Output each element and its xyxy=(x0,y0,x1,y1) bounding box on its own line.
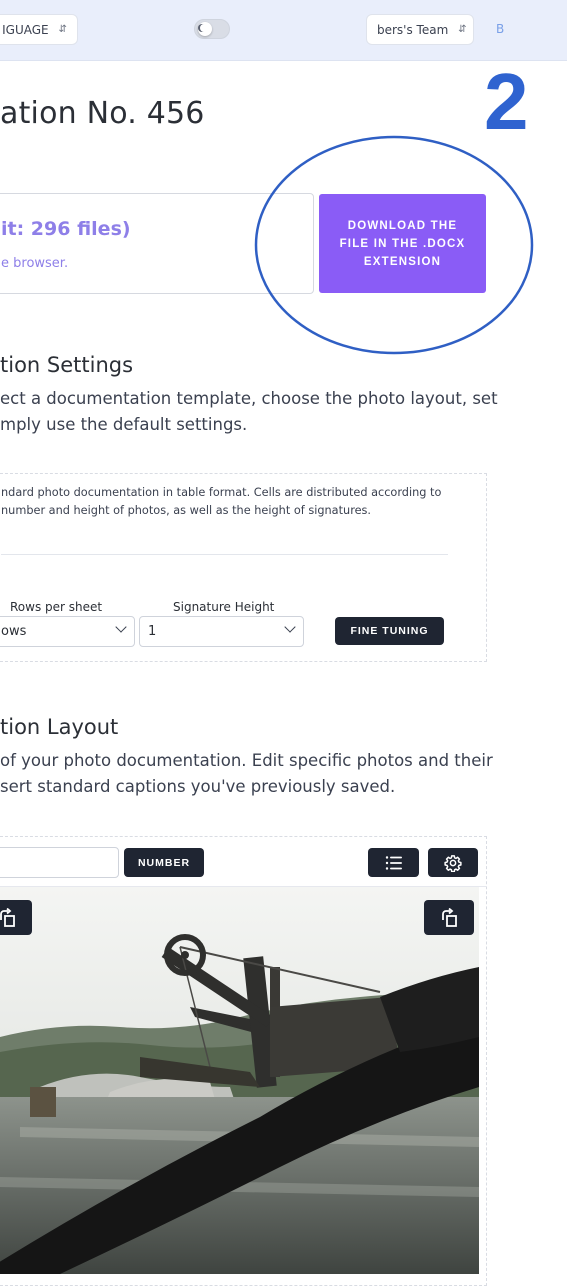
caption-input[interactable] xyxy=(0,847,119,878)
highlight-oval xyxy=(254,135,534,355)
chevron-updown-icon: ⇵ xyxy=(458,23,467,35)
upload-limit-text: it: 296 files) xyxy=(1,218,131,240)
chevron-down-icon xyxy=(284,621,296,633)
settings-desc-line1: ect a documentation template, choose the… xyxy=(0,389,498,408)
moon-icon xyxy=(200,24,208,32)
theme-toggle[interactable] xyxy=(194,19,230,39)
fine-tuning-button[interactable]: FINE TUNING xyxy=(335,617,444,645)
layout-section-title: tion Layout xyxy=(0,715,119,739)
rows-per-sheet-select[interactable]: ows xyxy=(0,616,135,647)
template-description: ndard photo documentation in table forma… xyxy=(1,484,441,520)
settings-desc-line2: mply use the default settings. xyxy=(0,415,248,434)
template-desc-line2: number and height of photos, as well as … xyxy=(1,504,372,517)
chevron-updown-icon: ⇵ xyxy=(58,23,67,35)
avatar[interactable]: B xyxy=(496,22,504,36)
photo-preview[interactable] xyxy=(0,887,479,1274)
gear-icon xyxy=(444,854,462,872)
layout-settings-button[interactable] xyxy=(428,848,478,877)
rows-per-sheet-value: ows xyxy=(1,624,27,639)
rows-per-sheet-label: Rows per sheet xyxy=(10,600,103,614)
language-select-label: IGUAGE xyxy=(2,22,49,37)
excavator-photo xyxy=(0,887,479,1274)
list-icon xyxy=(385,855,402,870)
divider xyxy=(1,554,448,555)
layout-desc-line2: sert standard captions you've previously… xyxy=(0,777,396,796)
settings-section-title: tion Settings xyxy=(0,353,134,377)
rotate-icon xyxy=(0,907,15,927)
team-select[interactable]: bers's Team ⇵ xyxy=(366,14,474,45)
language-select[interactable]: IGUAGE ⇵ xyxy=(0,14,78,45)
top-bar: IGUAGE ⇵ bers's Team ⇵ B xyxy=(0,0,567,61)
template-desc-line1: ndard photo documentation in table forma… xyxy=(1,486,442,499)
rotate-left-button[interactable] xyxy=(0,900,32,935)
signature-height-value: 1 xyxy=(148,624,157,639)
page-title: ation No. 456 xyxy=(0,96,205,131)
signature-height-select[interactable]: 1 xyxy=(139,616,304,647)
upload-subtext: e browser. xyxy=(1,256,69,271)
rotate-icon xyxy=(442,907,457,927)
rotate-right-button[interactable] xyxy=(424,900,474,935)
layout-desc-line1: of your photo documentation. Edit specif… xyxy=(0,751,493,770)
annotation-number: 2 xyxy=(484,57,529,146)
signature-height-label: Signature Height xyxy=(173,600,275,614)
chevron-down-icon xyxy=(115,621,127,633)
number-button[interactable]: NUMBER xyxy=(124,848,204,877)
team-select-label: bers's Team xyxy=(377,22,449,37)
list-view-button[interactable] xyxy=(368,848,419,877)
